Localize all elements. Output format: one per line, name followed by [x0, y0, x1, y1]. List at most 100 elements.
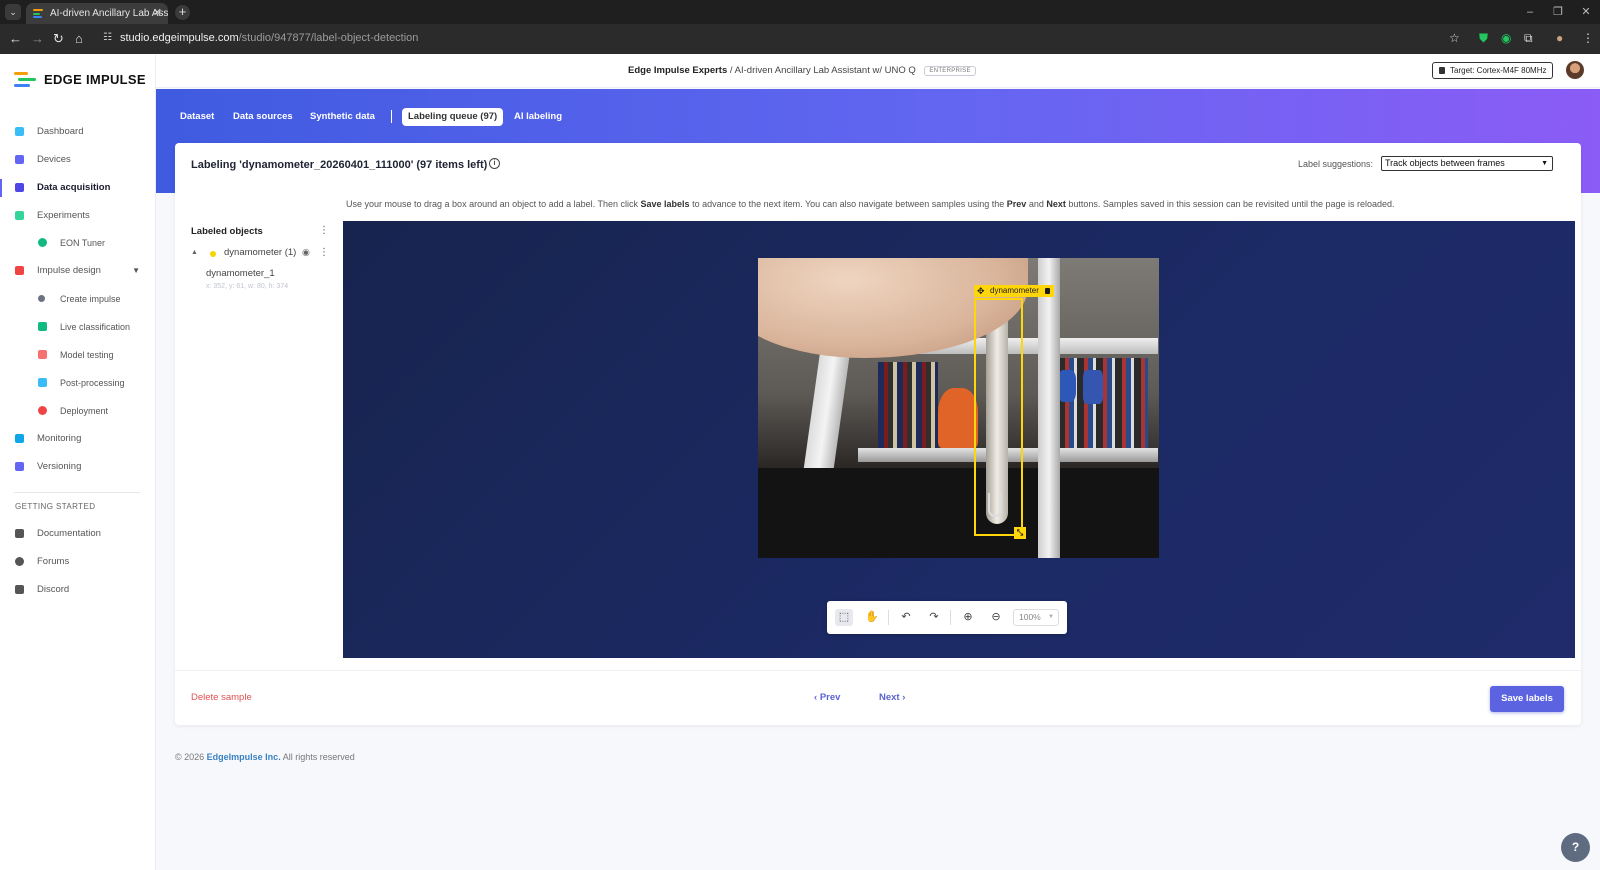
sidebar-item-discord[interactable]: Discord	[0, 579, 156, 601]
browser-menu-icon[interactable]: ⋮	[1582, 31, 1594, 45]
chevron-down-icon: ▼	[1048, 614, 1054, 620]
sidebar-item-impulse-design[interactable]: Impulse design ▼	[0, 260, 156, 282]
chevron-right-icon: ›	[899, 692, 906, 703]
extensions-puzzle-icon[interactable]: ⧉	[1524, 31, 1533, 46]
home-icon[interactable]: ⌂	[75, 31, 83, 47]
tab-labeling-queue[interactable]: Labeling queue (97)	[402, 108, 504, 126]
eye-icon[interactable]: ◉	[302, 247, 310, 258]
tab-separator	[391, 110, 392, 123]
site-info-icon[interactable]: ☷	[103, 32, 112, 43]
url-field[interactable]: ☷ studio.edgeimpulse.com/studio/947877/l…	[100, 27, 1480, 51]
sidebar-item-data-acquisition[interactable]: Data acquisition	[0, 177, 156, 199]
grid-icon	[15, 211, 24, 220]
edge-impulse-logo-icon	[14, 72, 36, 88]
browser-tab[interactable]: AI-driven Ancillary Lab Assistan ✕	[26, 3, 168, 24]
target-button[interactable]: Target: Cortex-M4F 80MHz	[1432, 62, 1554, 79]
breadcrumb: Edge Impulse Experts / AI-driven Ancilla…	[628, 65, 976, 76]
page-title: Labeling 'dynamometer_20260401_111000' (…	[191, 159, 488, 171]
sidebar: EDGE IMPULSE Dashboard Devices Data acqu…	[0, 54, 156, 870]
tab-dataset[interactable]: Dataset	[180, 108, 214, 126]
browser-tab-bar: ⌄ AI-driven Ancillary Lab Assistan ✕ + –…	[0, 0, 1600, 24]
tab-synthetic-data[interactable]: Synthetic data	[310, 108, 375, 126]
help-button[interactable]: ?	[1561, 833, 1590, 862]
sidebar-item-create-impulse[interactable]: Create impulse	[0, 288, 156, 310]
grammarly-extension-icon[interactable]: ◉	[1501, 31, 1511, 45]
sidebar-item-documentation[interactable]: Documentation	[0, 523, 156, 545]
move-icon[interactable]: ✥	[977, 285, 985, 297]
tab-search-chevron-icon[interactable]: ⌄	[5, 4, 21, 20]
pulse-icon	[15, 266, 24, 275]
pan-hand-tool-icon[interactable]: ✋	[863, 609, 881, 626]
tab-close-icon[interactable]: ✕	[153, 3, 162, 24]
bounding-box-label[interactable]: ✥ dynamometer	[974, 285, 1055, 297]
shield-extension-icon[interactable]: ⛊	[1479, 31, 1488, 46]
sidebar-item-deployment[interactable]: Deployment	[0, 400, 156, 422]
next-button[interactable]: Next ›	[879, 692, 905, 703]
redo-icon[interactable]: ↷	[925, 609, 943, 626]
dot-icon	[38, 295, 45, 302]
tab-data-sources[interactable]: Data sources	[233, 108, 293, 126]
labeling-canvas[interactable]: ✥ dynamometer ⤡ ⬚ ✋ ↶ ↷ ⊕ ⊖ 100% ▼	[343, 221, 1575, 658]
label-group-menu-icon[interactable]: ⋮	[319, 248, 329, 258]
zoom-in-icon[interactable]: ⊕	[959, 609, 977, 626]
delete-sample-link[interactable]: Delete sample	[191, 692, 252, 703]
labeled-object-item[interactable]: dynamometer_1	[206, 268, 275, 279]
label-suggestions-select[interactable]: Track objects between frames ▼	[1381, 156, 1553, 171]
draw-box-tool-icon[interactable]: ⬚	[835, 609, 853, 626]
sidebar-item-monitoring[interactable]: Monitoring	[0, 428, 156, 450]
window-close-icon[interactable]: ✕	[1572, 0, 1600, 24]
sidebar-item-post-processing[interactable]: Post-processing	[0, 372, 156, 394]
restore-icon[interactable]: ❐	[1544, 0, 1572, 24]
label-group-dynamometer[interactable]: ▲ dynamometer (1) ◉ ⋮	[191, 247, 337, 261]
profile-icon[interactable]: ●	[1556, 31, 1563, 45]
sidebar-item-forums[interactable]: Forums	[0, 551, 156, 573]
tab-title: AI-driven Ancillary Lab Assistan	[50, 8, 168, 19]
edge-impulse-favicon-icon	[33, 9, 43, 18]
minimize-icon[interactable]: –	[1516, 0, 1544, 24]
back-icon[interactable]: ←	[9, 31, 22, 47]
trash-icon[interactable]	[1045, 288, 1051, 294]
prev-button[interactable]: ‹ Prev	[814, 692, 840, 703]
new-tab-button[interactable]: +	[175, 5, 190, 20]
undo-icon[interactable]: ↶	[897, 609, 915, 626]
collapse-icon[interactable]: ▲	[191, 249, 198, 256]
sidebar-item-versioning[interactable]: Versioning	[0, 456, 156, 478]
labeled-objects-menu-icon[interactable]: ⋮	[319, 226, 329, 236]
sidebar-item-live-classification[interactable]: Live classification	[0, 316, 156, 338]
address-bar: ← → ↻ ⌂ ☷ studio.edgeimpulse.com/studio/…	[0, 24, 1600, 54]
sidebar-item-eon-tuner[interactable]: EON Tuner	[0, 232, 156, 254]
labeling-card: Labeling 'dynamometer_20260401_111000' (…	[175, 143, 1581, 725]
window-controls: – ❐ ✕	[1516, 0, 1600, 24]
sidebar-item-experiments[interactable]: Experiments	[0, 205, 156, 227]
reload-icon[interactable]: ↻	[53, 31, 64, 47]
sidebar-item-dashboard[interactable]: Dashboard	[0, 121, 156, 143]
card-footer-divider	[175, 670, 1581, 671]
chevron-down-icon[interactable]: ▼	[132, 260, 140, 282]
book-icon	[15, 529, 24, 538]
labeled-objects-title: Labeled objects	[191, 226, 263, 237]
zoom-out-icon[interactable]: ⊖	[987, 609, 1005, 626]
monitor-icon	[15, 127, 24, 136]
canvas-toolbar: ⬚ ✋ ↶ ↷ ⊕ ⊖ 100% ▼	[827, 601, 1067, 634]
zoom-select[interactable]: 100% ▼	[1013, 609, 1059, 626]
chevron-down-icon: ▼	[1541, 160, 1548, 167]
avatar[interactable]	[1566, 61, 1584, 79]
forward-icon[interactable]: →	[31, 31, 44, 47]
tab-ai-labeling[interactable]: AI labeling	[514, 108, 562, 126]
bounding-box[interactable]	[974, 298, 1023, 536]
breadcrumb-org[interactable]: Edge Impulse Experts	[628, 65, 727, 76]
box-icon	[38, 406, 47, 415]
database-icon	[15, 183, 24, 192]
bookmark-star-icon[interactable]: ☆	[1449, 31, 1460, 45]
chip-icon	[1439, 67, 1445, 74]
resize-handle-icon[interactable]: ⤡	[1014, 527, 1026, 539]
breadcrumb-project[interactable]: AI-driven Ancillary Lab Assistant w/ UNO…	[735, 65, 916, 76]
sidebar-item-model-testing[interactable]: Model testing	[0, 344, 156, 366]
branch-icon	[15, 462, 24, 471]
logo-text: EDGE IMPULSE	[44, 72, 146, 87]
sidebar-item-devices[interactable]: Devices	[0, 149, 156, 171]
info-icon[interactable]: i	[489, 158, 500, 169]
company-link[interactable]: EdgeImpulse Inc.	[207, 752, 281, 762]
clipboard-icon	[38, 350, 47, 359]
save-labels-button[interactable]: Save labels	[1490, 686, 1564, 712]
